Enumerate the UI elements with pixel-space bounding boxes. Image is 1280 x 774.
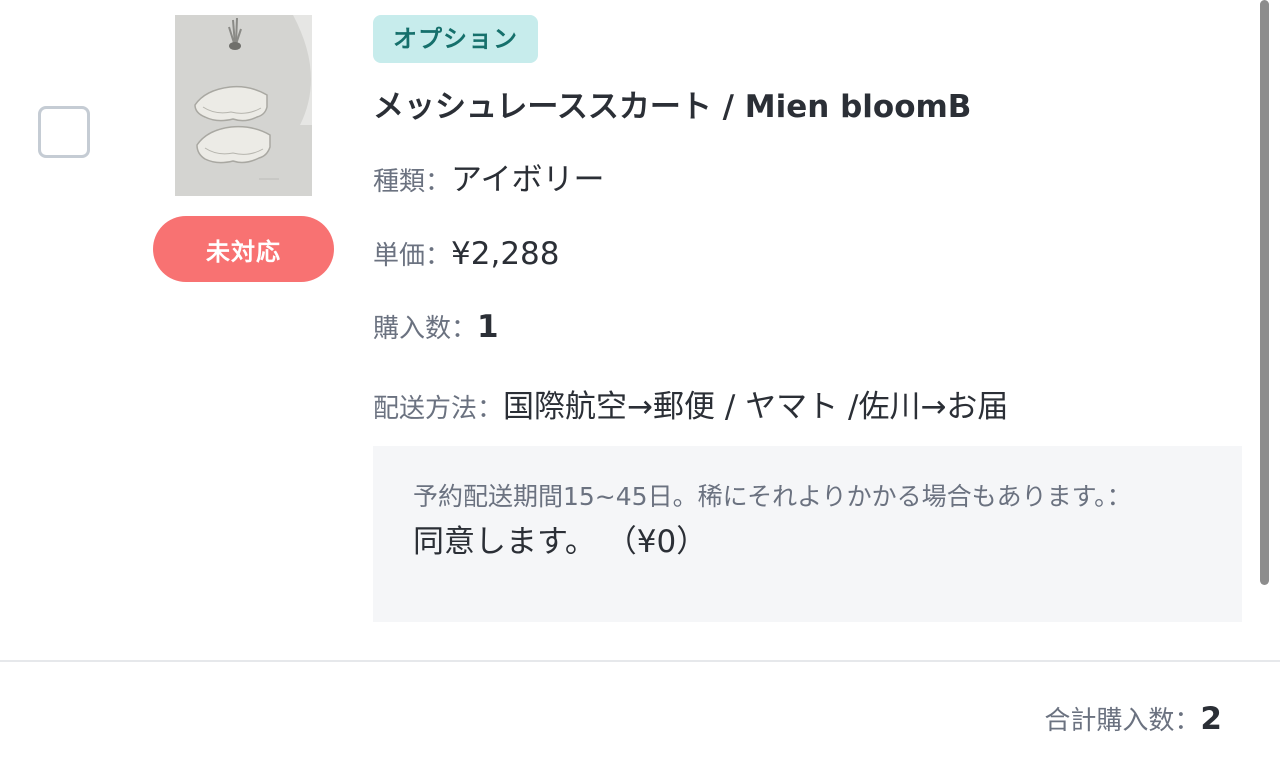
option-badge: オプション bbox=[373, 15, 538, 63]
quantity-row: 購入数： 1 bbox=[373, 308, 1243, 345]
price-value: ¥2,288 bbox=[451, 236, 560, 272]
select-item-checkbox[interactable] bbox=[38, 106, 90, 158]
total-quantity-label: 合計購入数： bbox=[1044, 706, 1201, 736]
vertical-scrollbar[interactable] bbox=[1260, 0, 1269, 585]
skirt-product-image bbox=[175, 15, 312, 196]
total-quantity-value: 2 bbox=[1200, 701, 1222, 737]
order-item-page: 未対応 オプション メッシュレーススカート / Mien bloomB 種類： … bbox=[0, 0, 1280, 774]
price-row: 単価： ¥2,288 bbox=[373, 235, 1243, 272]
type-value: アイボリー bbox=[451, 162, 605, 198]
order-status-badge: 未対応 bbox=[153, 216, 334, 282]
total-quantity: 合計購入数： 2 bbox=[1044, 700, 1222, 737]
shipping-value: 国際航空→郵便 / ヤマト /佐川→お届 bbox=[503, 389, 1009, 425]
item-details: オプション メッシュレーススカート / Mien bloomB 種類： アイボリ… bbox=[373, 15, 1243, 426]
option-answer: 同意します。 （¥0） bbox=[413, 524, 708, 560]
shipping-label: 配送方法： bbox=[373, 394, 504, 424]
product-title: メッシュレーススカート / Mien bloomB bbox=[373, 89, 972, 125]
quantity-label: 購入数： bbox=[373, 314, 478, 344]
price-label: 単価： bbox=[373, 241, 452, 271]
type-label: 種類： bbox=[373, 167, 452, 197]
option-question: 予約配送期間15~45日。稀にそれよりかかる場合もあります。： bbox=[413, 482, 1132, 511]
product-thumbnail[interactable] bbox=[175, 15, 312, 196]
option-box: 予約配送期間15~45日。稀にそれよりかかる場合もあります。： 同意します。 （… bbox=[373, 446, 1242, 622]
section-divider bbox=[0, 660, 1280, 662]
type-row: 種類： アイボリー bbox=[373, 154, 1243, 199]
quantity-value: 1 bbox=[477, 309, 499, 345]
shipping-row: 配送方法： 国際航空→郵便 / ヤマト /佐川→お届 bbox=[373, 381, 1243, 426]
